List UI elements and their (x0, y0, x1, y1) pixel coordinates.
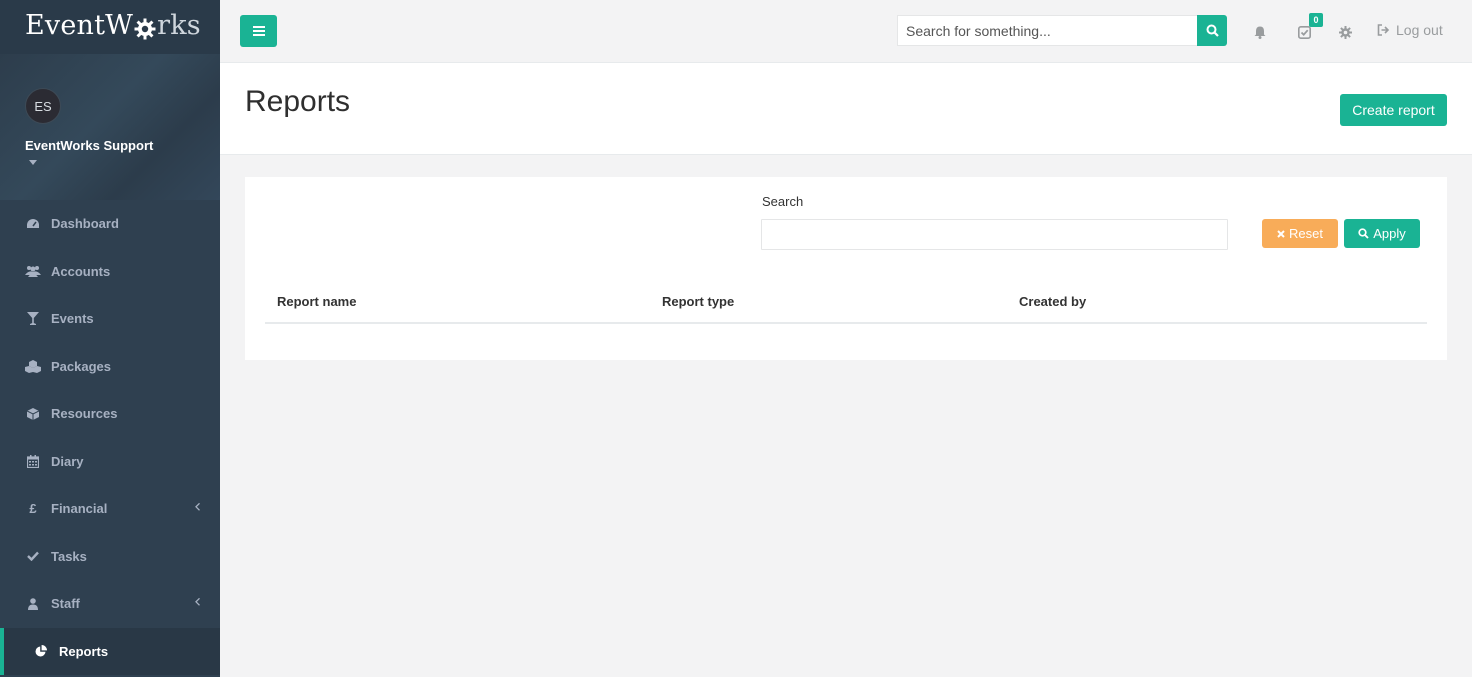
column-header-report-type[interactable]: Report type (662, 294, 734, 309)
reset-label: Reset (1289, 226, 1323, 241)
sidebar-item-financial[interactable]: £ Financial (0, 485, 220, 533)
sidebar-item-resources[interactable]: Resources (0, 390, 220, 438)
sidebar-item-label: Reports (59, 643, 109, 659)
search-icon (1206, 24, 1219, 37)
reports-panel: Search Reset Apply Report name Report ty… (245, 177, 1447, 360)
sidebar-item-label: Resources (51, 406, 118, 422)
global-search-input[interactable] (897, 15, 1197, 46)
create-report-button[interactable]: Create report (1340, 94, 1447, 126)
apply-button[interactable]: Apply (1344, 219, 1420, 248)
logo-prefix: EventW (25, 10, 134, 41)
sidebar-nav: Dashboard Accounts Events Packages Resou… (0, 200, 220, 675)
sidebar-item-staff[interactable]: Staff (0, 580, 220, 628)
sidebar-item-label: Diary (51, 453, 84, 469)
sidebar-item-accounts[interactable]: Accounts (0, 248, 220, 296)
gear-logo-icon (134, 16, 156, 39)
calendar-icon (25, 453, 41, 469)
check-icon (25, 548, 41, 564)
cocktail-glass-icon (25, 311, 41, 327)
users-icon (25, 263, 41, 279)
search-icon (1358, 228, 1369, 239)
sidebar-item-label: Dashboard (51, 216, 119, 232)
gear-icon[interactable] (1337, 24, 1353, 40)
cubes-icon (25, 358, 41, 374)
sidebar-item-label: Events (51, 311, 94, 327)
close-icon (1277, 229, 1285, 238)
menu-toggle-button[interactable] (240, 15, 277, 47)
sidebar-item-packages[interactable]: Packages (0, 343, 220, 391)
profile-panel: ES EventWorks Support (0, 54, 220, 200)
column-header-report-name[interactable]: Report name (277, 294, 356, 309)
sidebar-item-diary[interactable]: Diary (0, 438, 220, 486)
report-search-input[interactable] (761, 219, 1228, 250)
global-search-button[interactable] (1197, 15, 1227, 46)
caret-down-icon[interactable] (29, 157, 220, 167)
sidebar-item-label: Financial (51, 501, 108, 517)
sidebar-item-dashboard[interactable]: Dashboard (0, 200, 220, 248)
sidebar-item-events[interactable]: Events (0, 295, 220, 343)
top-navbar: 0 Log out (220, 0, 1472, 63)
page-heading: Reports Create report (220, 63, 1472, 155)
sidebar-item-label: Tasks (51, 548, 87, 564)
chevron-left-icon (195, 597, 200, 609)
user-icon (25, 596, 41, 612)
search-label: Search (762, 194, 804, 209)
apply-label: Apply (1373, 226, 1406, 241)
pie-chart-icon (33, 643, 49, 659)
dashboard-icon (25, 216, 41, 232)
table-header-divider (265, 322, 1427, 324)
avatar[interactable]: ES (25, 88, 61, 124)
sidebar-item-reports[interactable]: Reports (0, 627, 220, 675)
logo[interactable]: EventW rks (0, 0, 220, 54)
page-title: Reports (245, 85, 351, 118)
tasks-count-badge: 0 (1309, 13, 1323, 27)
chevron-left-icon (195, 502, 200, 514)
logout-link[interactable]: Log out (1377, 22, 1443, 38)
bell-icon[interactable] (1252, 24, 1268, 40)
logo-text: EventW rks (25, 10, 220, 41)
profile-name[interactable]: EventWorks Support (25, 138, 220, 153)
sidebar-item-label: Staff (51, 596, 80, 612)
logo-suffix: rks (157, 10, 201, 41)
global-search (897, 15, 1227, 46)
sign-out-icon (1377, 24, 1390, 36)
sidebar-item-tasks[interactable]: Tasks (0, 533, 220, 581)
reset-button[interactable]: Reset (1262, 219, 1338, 248)
hamburger-icon (252, 26, 265, 36)
sidebar-item-label: Packages (51, 358, 111, 374)
sidebar-item-label: Accounts (51, 263, 111, 279)
column-header-created-by[interactable]: Created by (1019, 294, 1086, 309)
pound-icon: £ (29, 501, 37, 517)
cube-icon (25, 406, 41, 422)
sidebar: EventW rks ES EventWorks Support Dashboa… (0, 0, 220, 677)
logout-label: Log out (1396, 22, 1443, 38)
